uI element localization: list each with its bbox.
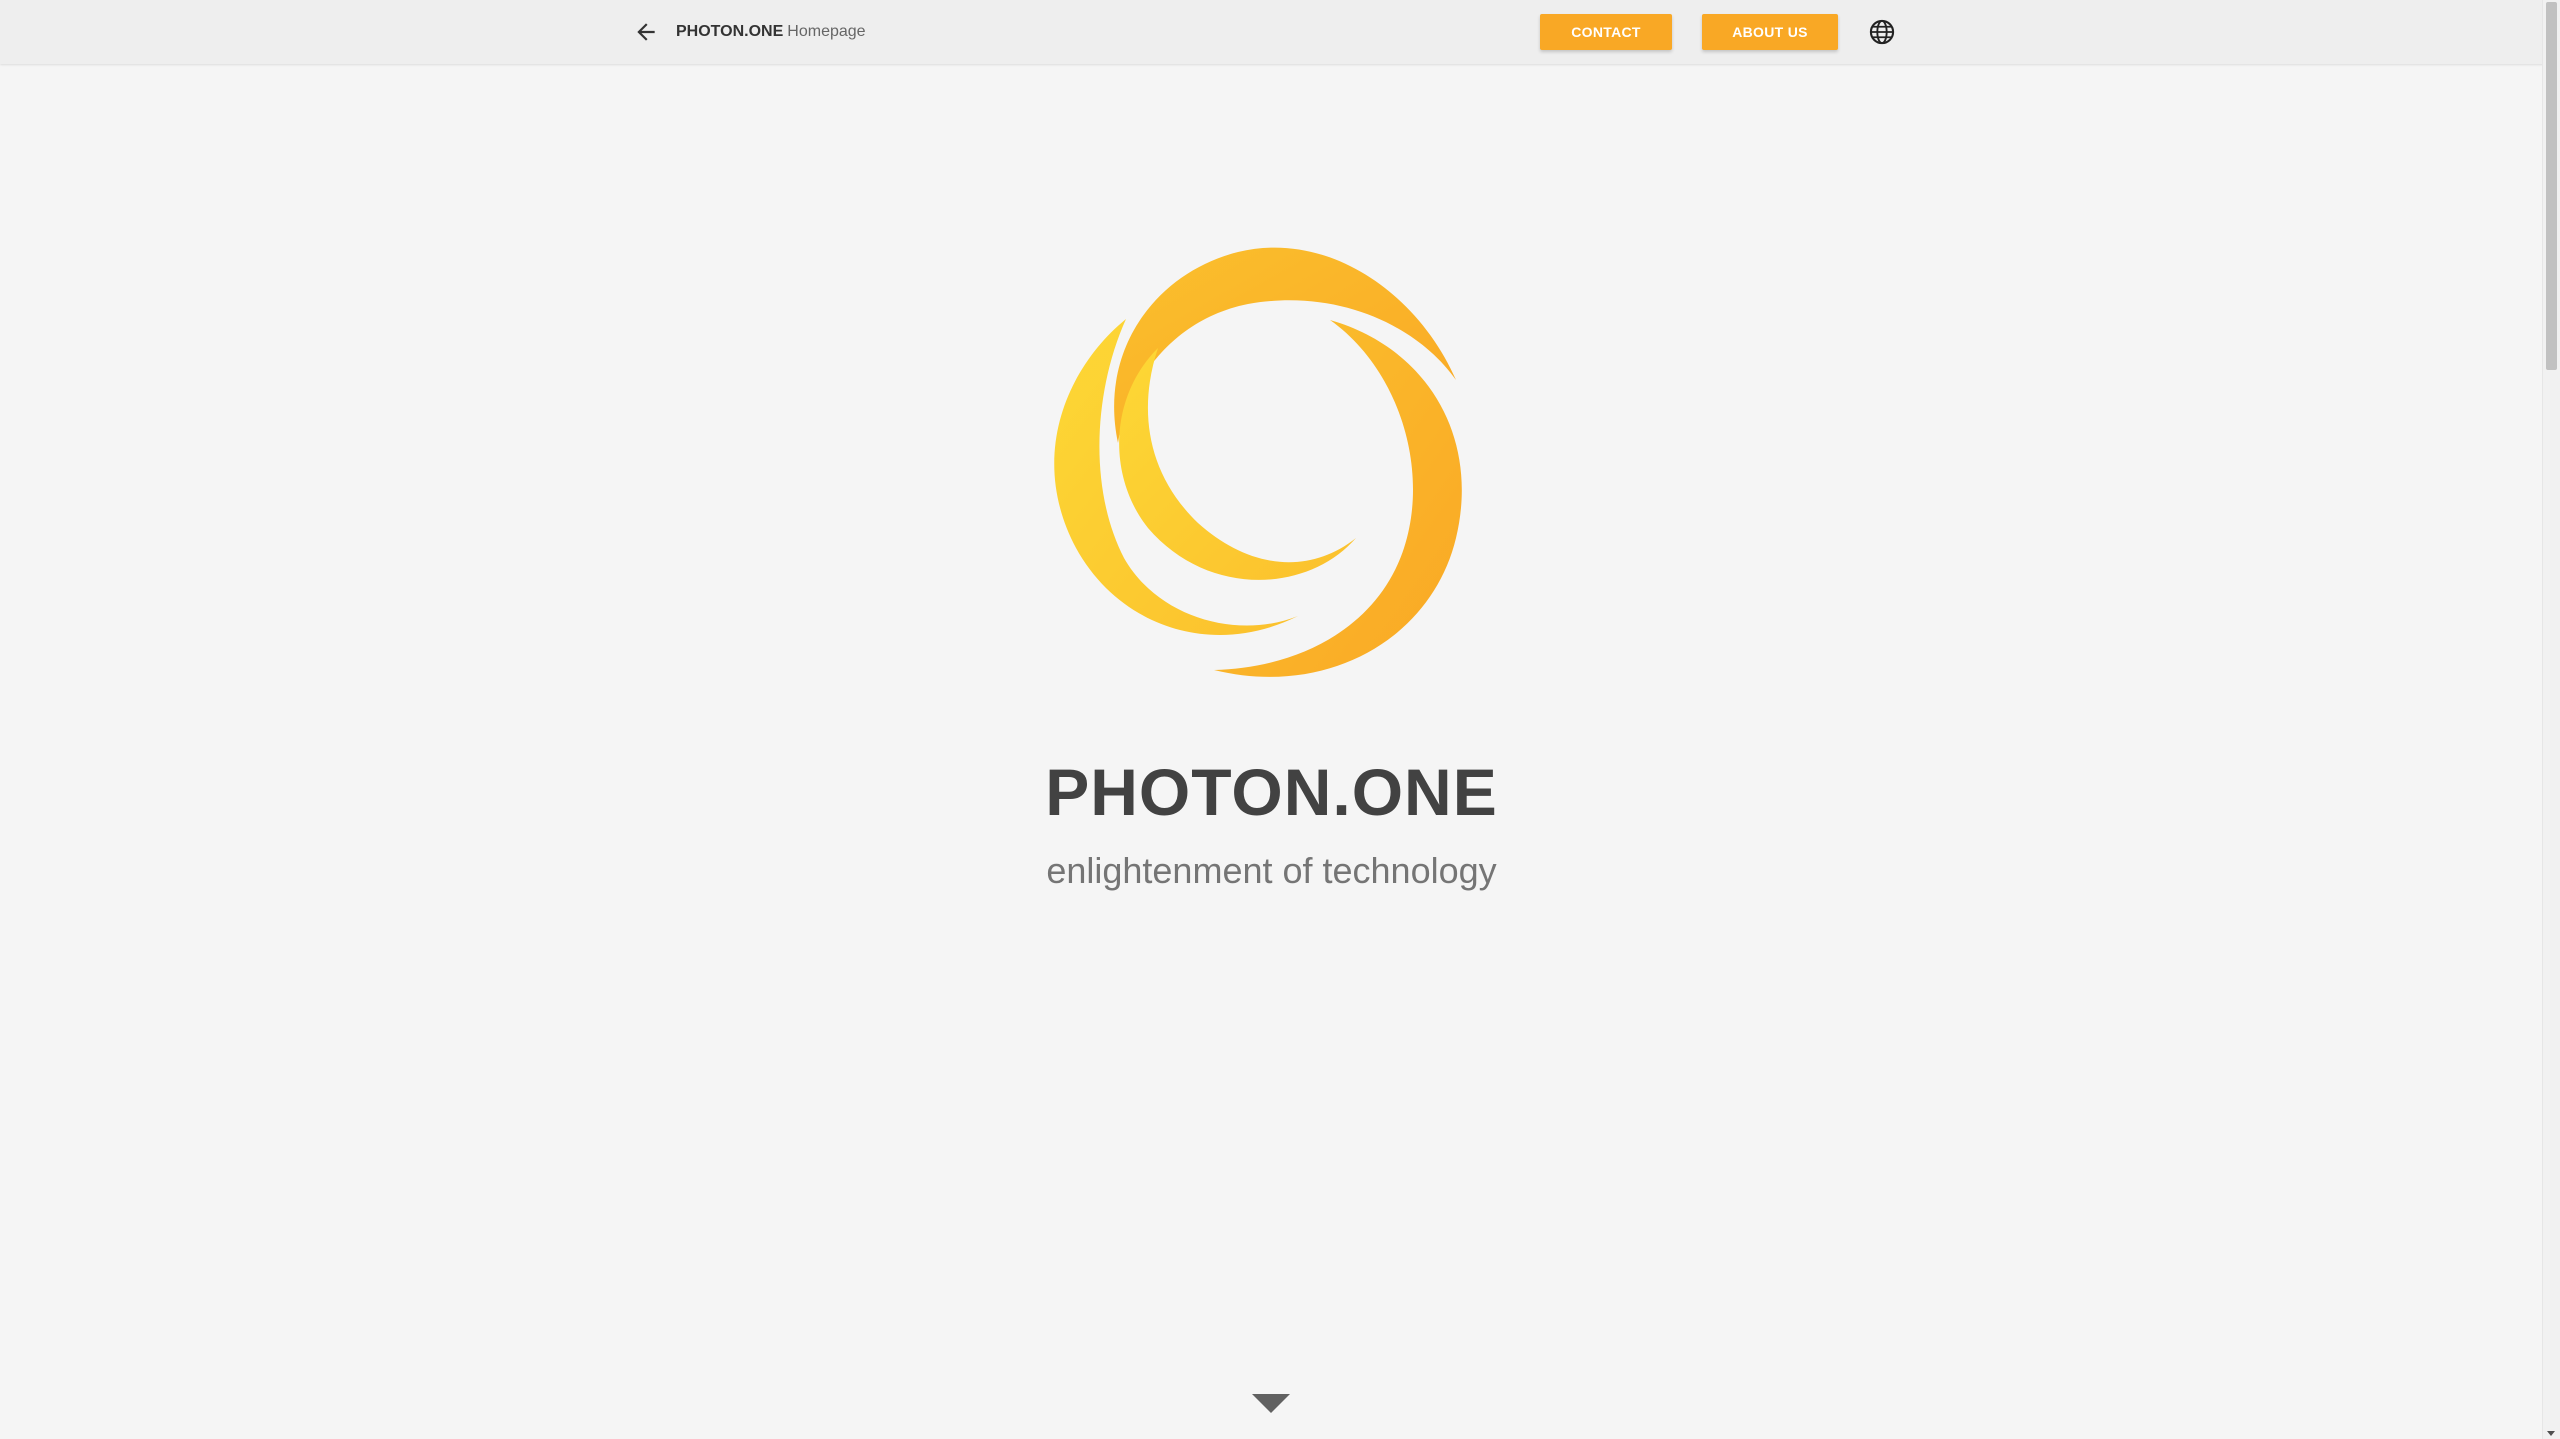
- caret-down-icon[interactable]: [1252, 1394, 1290, 1414]
- page-name: Homepage: [787, 23, 866, 40]
- about-us-button-label: ABOUT US: [1732, 24, 1808, 40]
- scrollbar-thumb[interactable]: [2546, 2, 2557, 370]
- contact-button[interactable]: CONTACT: [1540, 14, 1672, 50]
- hero-subtitle: enlightenment of technology: [1046, 850, 1497, 891]
- logo-right-arc: [1214, 320, 1462, 677]
- hero-title: PHOTON.ONE: [1045, 755, 1498, 829]
- vertical-scrollbar[interactable]: [2542, 0, 2560, 1439]
- arrow-left-icon: [637, 23, 655, 41]
- photon-logo: [1054, 247, 1462, 677]
- top-app-bar: PHOTON.ONE Homepage CONTACT ABOUT US: [0, 0, 2543, 64]
- contact-button-label: CONTACT: [1571, 24, 1641, 40]
- language-button[interactable]: [1866, 16, 1898, 48]
- back-button[interactable]: [628, 16, 664, 48]
- logo-left-arc: [1054, 319, 1298, 635]
- scroll-down-arrow-icon[interactable]: [2547, 1431, 2555, 1436]
- logo-inner-arc: [1119, 348, 1356, 580]
- globe-icon: [1869, 19, 1895, 45]
- breadcrumb: PHOTON.ONE Homepage: [676, 21, 866, 43]
- brand-name: PHOTON.ONE: [676, 23, 784, 40]
- page: PHOTON.ONE Homepage CONTACT ABOUT US PHO…: [0, 0, 2560, 1439]
- about-us-button[interactable]: ABOUT US: [1702, 14, 1838, 50]
